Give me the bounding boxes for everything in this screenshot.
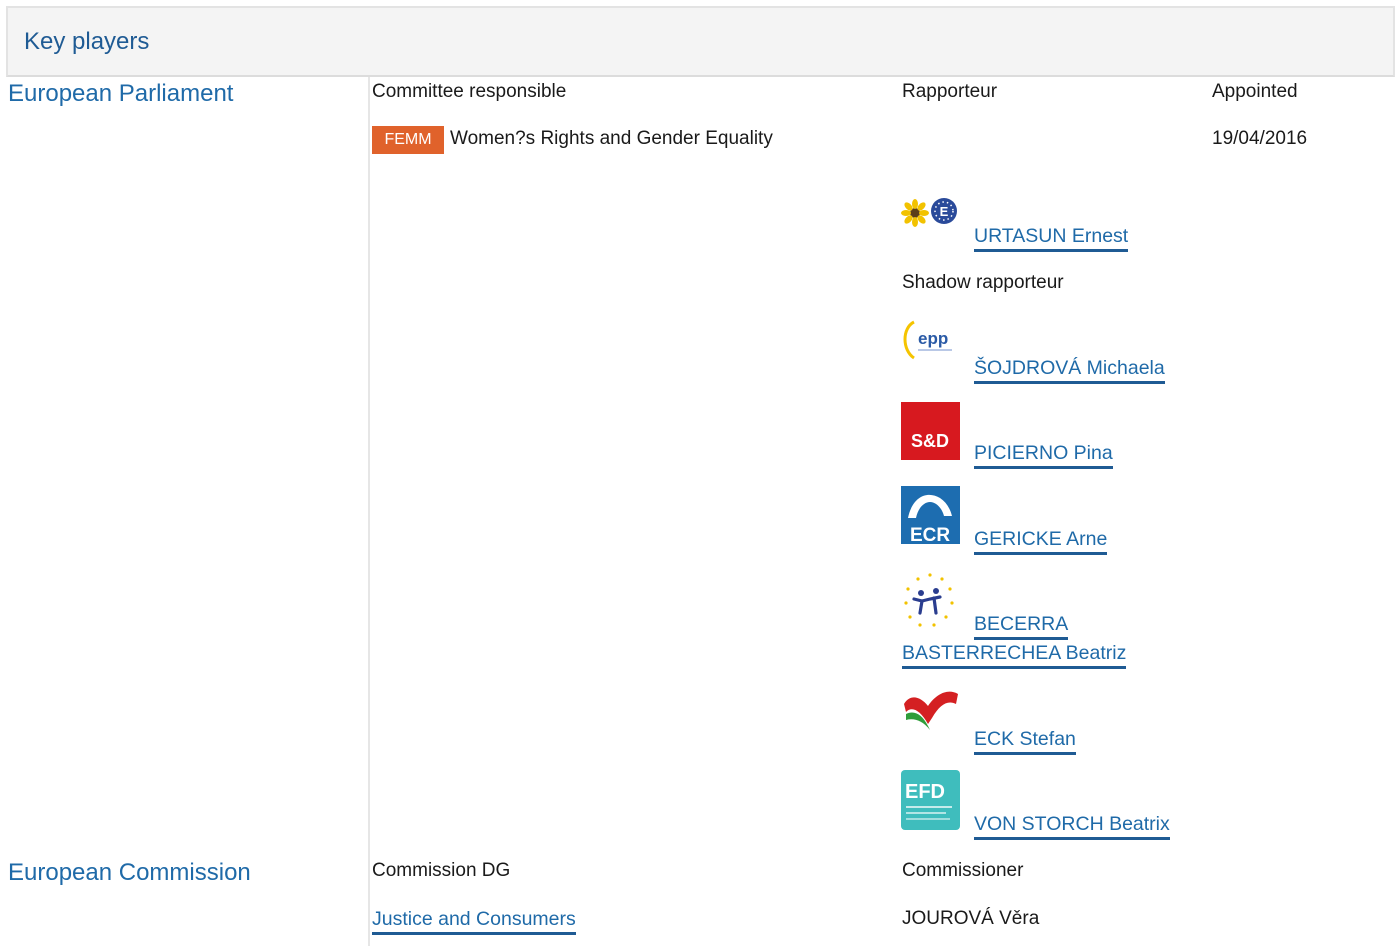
commissioner-name: JOUROVÁ Věra [902, 908, 1040, 929]
committee-header: Committee responsible [372, 81, 567, 102]
commissioner-header: Commissioner [902, 860, 1024, 881]
shadow-rapporteur-header: Shadow rapporteur [902, 272, 1064, 293]
shadow-link-eck[interactable]: ECK Stefan [974, 727, 1076, 755]
svg-text:E: E [940, 204, 949, 219]
shadow-link-picierno[interactable]: PICIERNO Pina [974, 441, 1113, 469]
committee-name: Women?s Rights and Gender Equality [450, 128, 773, 149]
appointed-header: Appointed [1212, 81, 1298, 102]
shadow-link-gericke[interactable]: GERICKE Arne [974, 527, 1108, 555]
commission-dg-link[interactable]: Justice and Consumers [372, 907, 576, 935]
key-players-header: Key players [6, 6, 1395, 77]
parliament-label: European Parliament [8, 80, 234, 107]
svg-text:ECR: ECR [910, 525, 950, 546]
shadow-link-becerra-line1[interactable]: BECERRA [974, 612, 1069, 640]
players-detail-panel [368, 77, 1397, 946]
commission-dg-header: Commission DG [372, 860, 511, 881]
commission-label: European Commission [8, 859, 251, 886]
rapporteur-header: Rapporteur [902, 81, 998, 102]
svg-text:EFD: EFD [905, 781, 945, 803]
appointed-date: 19/04/2016 [1212, 128, 1308, 149]
epp-logo-icon: epp [900, 316, 960, 376]
key-players-page: Key players European Parliament Committe… [0, 0, 1397, 946]
shadow-link-sojdrova[interactable]: ŠOJDROVÁ Michaela [974, 356, 1165, 384]
shadow-link-becerra-line2[interactable]: BASTERRECHEA Beatriz [902, 641, 1127, 669]
ecr-logo-icon: ECR [901, 486, 960, 546]
greens-efa-logo-icon: E [901, 198, 957, 227]
gue-ngl-logo-icon [904, 691, 958, 730]
efdd-logo-icon: EFD [901, 770, 960, 830]
s-and-d-logo-icon: S&D [901, 402, 960, 460]
key-players-title: Key players [24, 28, 150, 55]
svg-text:S&D: S&D [911, 431, 949, 451]
committee-badge: FEMM [372, 126, 444, 154]
shadow-link-von-storch[interactable]: VON STORCH Beatrix [974, 812, 1170, 840]
rapporteur-link-urtasun[interactable]: URTASUN Ernest [974, 224, 1129, 252]
alde-logo-icon [904, 573, 954, 627]
svg-text:epp: epp [918, 329, 948, 348]
